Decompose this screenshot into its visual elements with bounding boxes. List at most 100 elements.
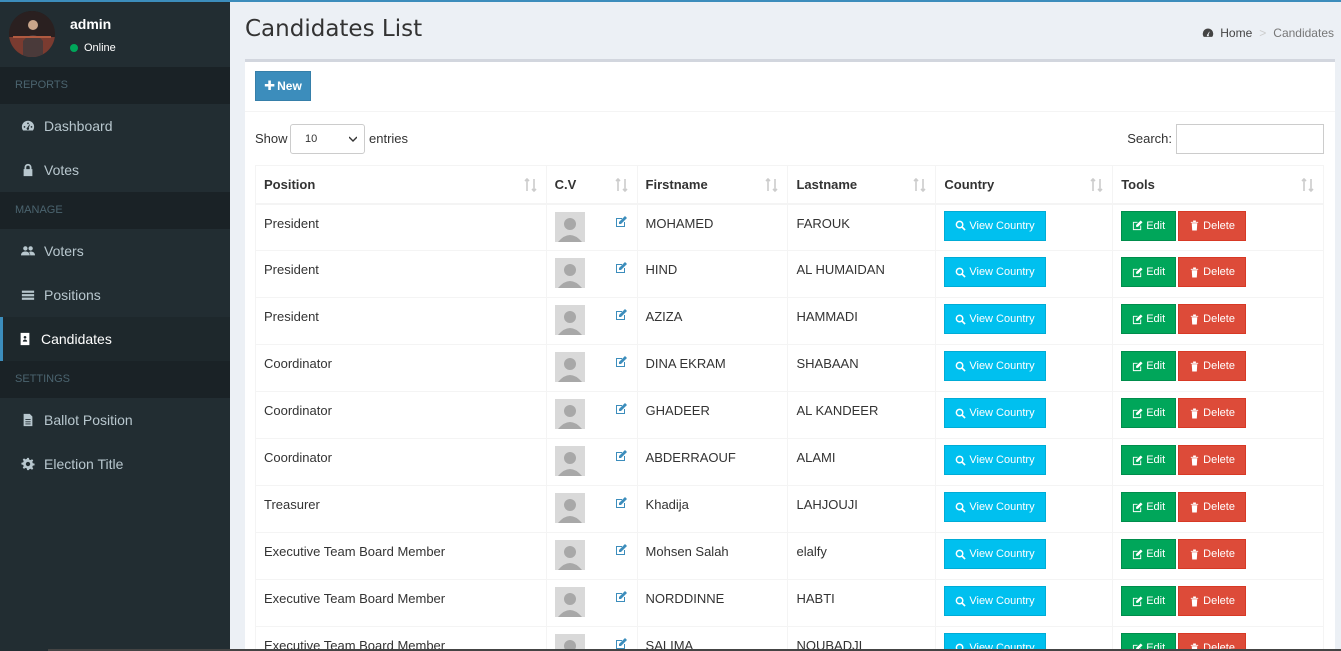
cell-cv: [545, 297, 638, 345]
trash-icon: [1189, 454, 1200, 466]
edit-label: Edit: [1146, 501, 1166, 513]
search-icon: [955, 502, 967, 513]
sidebar-item-label: Dashboard: [44, 118, 113, 134]
sidebar-item-ballot-position[interactable]: Ballot Position: [0, 398, 230, 442]
search-icon: [955, 408, 967, 419]
candidate-photo: [554, 540, 585, 570]
edit-icon: [1132, 313, 1143, 325]
sidebar-item-positions[interactable]: Positions: [0, 273, 230, 317]
cell-position: Executive Team Board Member: [255, 626, 547, 651]
cell-position: President: [255, 203, 547, 251]
show-label: Show: [255, 131, 288, 146]
search-input[interactable]: [1176, 124, 1324, 154]
sidebar-item-voters[interactable]: Voters: [0, 229, 230, 273]
edit-icon: [1132, 501, 1143, 513]
delete-button[interactable]: Delete: [1178, 492, 1246, 522]
table-row: Executive Team Board Member Mohsen Salah e…: [255, 532, 1324, 580]
view-country-button[interactable]: View Country: [944, 257, 1046, 287]
edit-cv-icon[interactable]: [614, 590, 628, 604]
edit-cv-icon[interactable]: [614, 449, 628, 463]
edit-button[interactable]: Edit: [1121, 210, 1177, 241]
edit-button[interactable]: Edit: [1121, 492, 1177, 522]
edit-cv-icon[interactable]: [614, 355, 628, 369]
entries-length-select[interactable]: 10: [290, 124, 365, 154]
cell-lastname: SHABAAN: [787, 344, 937, 392]
breadcrumb-separator: >: [1259, 26, 1267, 40]
table-body: President MOHAMED FAROUK View Country Edit De…: [255, 203, 1324, 651]
view-country-button[interactable]: View Country: [944, 492, 1046, 522]
sidebar-item-votes[interactable]: Votes: [0, 148, 230, 192]
column-header-tools[interactable]: Tools: [1112, 165, 1324, 205]
delete-button[interactable]: Delete: [1178, 586, 1246, 616]
edit-button[interactable]: Edit: [1121, 398, 1177, 428]
sidebar-item-election-title[interactable]: Election Title: [0, 442, 230, 486]
cell-lastname: HABTI: [787, 579, 937, 627]
edit-cv-icon[interactable]: [614, 402, 628, 416]
edit-button[interactable]: Edit: [1121, 257, 1177, 287]
cell-position: President: [255, 297, 547, 345]
cell-firstname: DINA EKRAM: [636, 344, 789, 392]
edit-icon: [1132, 595, 1143, 607]
column-header-position[interactable]: Position: [255, 165, 547, 205]
edit-cv-icon[interactable]: [614, 215, 628, 229]
view-country-label: View Country: [969, 407, 1035, 419]
view-country-button[interactable]: View Country: [944, 304, 1046, 334]
page-title: Candidates List: [245, 16, 423, 42]
nav-header-reports: REPORTS: [0, 67, 230, 104]
sidebar-item-dashboard[interactable]: Dashboard: [0, 104, 230, 148]
view-country-button[interactable]: View Country: [944, 586, 1046, 616]
cell-firstname: SALIMA: [636, 626, 789, 651]
cell-position: Coordinator: [255, 344, 547, 392]
view-country-button[interactable]: View Country: [944, 351, 1046, 381]
delete-button[interactable]: Delete: [1178, 398, 1246, 428]
view-country-button[interactable]: View Country: [944, 210, 1046, 241]
candidate-photo: [554, 446, 585, 476]
table-row: President AZIZA HAMMADI View Country Edit Del…: [255, 297, 1324, 345]
search-icon: [955, 455, 967, 466]
column-header-firstname[interactable]: Firstname: [636, 165, 789, 205]
delete-label: Delete: [1203, 360, 1235, 372]
edit-cv-icon[interactable]: [614, 261, 628, 275]
breadcrumb-home-link[interactable]: Home: [1220, 26, 1252, 40]
delete-button[interactable]: Delete: [1178, 257, 1246, 287]
edit-icon: [1132, 407, 1143, 419]
online-dot-icon: [70, 44, 78, 52]
column-header-lastname[interactable]: Lastname: [787, 165, 937, 205]
edit-cv-icon[interactable]: [614, 543, 628, 557]
column-header-cv[interactable]: C.V: [545, 165, 638, 205]
cell-cv: [545, 485, 638, 533]
delete-button[interactable]: Delete: [1178, 539, 1246, 569]
delete-button[interactable]: Delete: [1178, 304, 1246, 334]
delete-button[interactable]: Delete: [1178, 351, 1246, 381]
edit-button[interactable]: Edit: [1121, 351, 1177, 381]
view-country-button[interactable]: View Country: [944, 539, 1046, 569]
new-candidate-button[interactable]: ✚ New: [255, 71, 311, 101]
delete-button[interactable]: Delete: [1178, 445, 1246, 475]
edit-button[interactable]: Edit: [1121, 445, 1177, 475]
edit-label: Edit: [1146, 360, 1166, 372]
cell-cv: [545, 626, 638, 651]
view-country-label: View Country: [969, 266, 1035, 278]
edit-cv-icon[interactable]: [614, 308, 628, 322]
view-country-button[interactable]: View Country: [944, 398, 1046, 428]
box-header: ✚ New: [245, 62, 1335, 112]
candidate-photo: [554, 352, 585, 382]
candidate-photo: [554, 399, 585, 429]
delete-label: Delete: [1203, 548, 1235, 560]
sidebar-item-candidates[interactable]: Candidates: [0, 317, 230, 361]
view-country-button[interactable]: View Country: [944, 445, 1046, 475]
table-row: President MOHAMED FAROUK View Country Edit De…: [255, 203, 1324, 251]
edit-cv-icon[interactable]: [614, 496, 628, 510]
list-icon: [20, 287, 36, 303]
view-country-label: View Country: [969, 313, 1035, 325]
delete-label: Delete: [1203, 313, 1235, 325]
delete-button[interactable]: Delete: [1178, 210, 1246, 241]
cell-position: Executive Team Board Member: [255, 579, 547, 627]
sidebar-item-label: Votes: [44, 162, 80, 178]
column-header-country[interactable]: Country: [935, 165, 1114, 205]
edit-button[interactable]: Edit: [1121, 539, 1177, 569]
edit-icon: [1132, 454, 1143, 466]
cell-country: View Country: [935, 626, 1114, 651]
edit-button[interactable]: Edit: [1121, 304, 1177, 334]
edit-button[interactable]: Edit: [1121, 586, 1177, 616]
